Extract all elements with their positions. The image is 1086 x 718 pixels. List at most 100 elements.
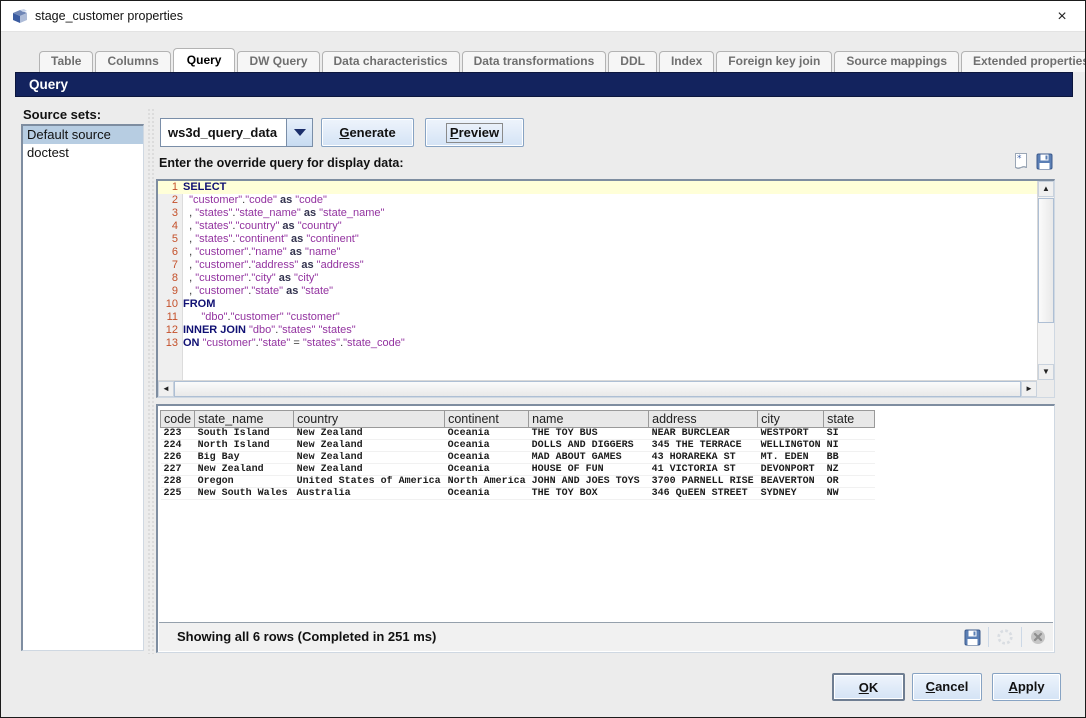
code-text: , "states"."continent" as "continent"	[183, 233, 359, 246]
table-cell: SI	[824, 428, 875, 440]
app-cube-icon	[11, 8, 29, 25]
table-cell: DOLLS AND DIGGERS	[529, 440, 649, 452]
code-line-5[interactable]: 5 , "states"."continent" as "continent"	[158, 233, 1037, 246]
code-text: SELECT	[183, 181, 226, 194]
tab-query[interactable]: Query	[173, 48, 236, 72]
scroll-right-icon[interactable]: ►	[1021, 381, 1037, 397]
preview-button[interactable]: Preview	[425, 118, 524, 147]
table-row[interactable]: 223South IslandNew ZealandOceaniaTHE TOY…	[161, 428, 875, 440]
chevron-down-icon[interactable]	[286, 119, 312, 146]
source-set-item-doctest[interactable]: doctest	[23, 144, 143, 162]
tab-dw-query[interactable]: DW Query	[237, 51, 319, 72]
divider	[988, 627, 989, 647]
code-line-10[interactable]: 10FROM	[158, 298, 1037, 311]
tab-index[interactable]: Index	[659, 51, 714, 72]
editor-horizontal-scrollbar[interactable]: ◄ ►	[158, 380, 1037, 397]
tab-columns[interactable]: Columns	[95, 51, 170, 72]
query-source-combo[interactable]: ws3d_query_data	[160, 118, 313, 147]
sql-editor[interactable]: 1SELECT2 "customer"."code" as "code"3 , …	[156, 179, 1055, 398]
table-cell: OR	[824, 476, 875, 488]
table-cell: Oceania	[445, 488, 529, 500]
table-row[interactable]: 225New South WalesAustraliaOceaniaTHE TO…	[161, 488, 875, 500]
focus-rect: Preview	[446, 123, 503, 143]
table-row[interactable]: 228OregonUnited States of AmericaNorth A…	[161, 476, 875, 488]
stop-x-icon[interactable]	[1029, 628, 1047, 646]
tab-foreign-key-join[interactable]: Foreign key join	[716, 51, 832, 72]
scroll-up-icon[interactable]: ▲	[1038, 181, 1054, 197]
line-number: 11	[158, 311, 183, 324]
code-text: , "states"."country" as "country"	[183, 220, 342, 233]
column-header-city[interactable]: city	[758, 411, 824, 428]
column-header-country[interactable]: country	[294, 411, 445, 428]
panel-splitter[interactable]	[147, 108, 154, 654]
line-number: 9	[158, 285, 183, 298]
table-cell: 223	[161, 428, 195, 440]
table-cell: NEAR BURCLEAR	[649, 428, 758, 440]
tab-source-mappings[interactable]: Source mappings	[834, 51, 959, 72]
ok-button[interactable]: OK	[832, 673, 905, 701]
column-header-state[interactable]: state	[824, 411, 875, 428]
scrollbar-corner	[1037, 380, 1054, 397]
table-cell: North America	[445, 476, 529, 488]
table-cell: 345 THE TERRACE	[649, 440, 758, 452]
cancel-button[interactable]: Cancel	[912, 673, 982, 701]
column-header-address[interactable]: address	[649, 411, 758, 428]
tab-data-transformations[interactable]: Data transformations	[462, 51, 607, 72]
tab-table[interactable]: Table	[39, 51, 93, 72]
code-line-13[interactable]: 13ON "customer"."state" = "states"."stat…	[158, 337, 1037, 350]
column-header-code[interactable]: code	[161, 411, 195, 428]
code-line-4[interactable]: 4 , "states"."country" as "country"	[158, 220, 1037, 233]
column-header-name[interactable]: name	[529, 411, 649, 428]
tab-extended-properties[interactable]: Extended properties	[961, 51, 1086, 72]
table-cell: 43 HORAREKA ST	[649, 452, 758, 464]
table-cell: BB	[824, 452, 875, 464]
scroll-down-icon[interactable]: ▼	[1038, 364, 1054, 380]
code-line-12[interactable]: 12INNER JOIN "dbo"."states" "states"	[158, 324, 1037, 337]
line-number: 2	[158, 194, 183, 207]
save-query-floppy-icon[interactable]	[1034, 151, 1054, 171]
table-row[interactable]: 226Big BayNew ZealandOceaniaMAD ABOUT GA…	[161, 452, 875, 464]
results-table[interactable]: codestate_namecountrycontinentnameaddres…	[160, 410, 875, 500]
vertical-scroll-thumb[interactable]	[1038, 198, 1054, 323]
table-row[interactable]: 227New ZealandNew ZealandOceaniaHOUSE OF…	[161, 464, 875, 476]
scroll-left-icon[interactable]: ◄	[158, 381, 174, 397]
tab-ddl[interactable]: DDL	[608, 51, 657, 72]
code-line-9[interactable]: 9 , "customer"."state" as "state"	[158, 285, 1037, 298]
table-cell: New Zealand	[294, 464, 445, 476]
horizontal-scroll-thumb[interactable]	[174, 381, 1021, 397]
table-cell: WESTPORT	[758, 428, 824, 440]
tab-data-characteristics[interactable]: Data characteristics	[322, 51, 460, 72]
line-number: 6	[158, 246, 183, 259]
source-sets-label: Source sets:	[23, 107, 101, 122]
table-cell: Big Bay	[195, 452, 294, 464]
code-line-2[interactable]: 2 "customer"."code" as "code"	[158, 194, 1037, 207]
table-row[interactable]: 224North IslandNew ZealandOceaniaDOLLS A…	[161, 440, 875, 452]
properties-dialog: stage_customer properties × TableColumns…	[0, 0, 1086, 718]
code-line-11[interactable]: 11 "dbo"."customer" "customer"	[158, 311, 1037, 324]
table-cell: 226	[161, 452, 195, 464]
table-cell: Australia	[294, 488, 445, 500]
table-cell: 225	[161, 488, 195, 500]
source-set-item-default-source[interactable]: Default source	[23, 126, 143, 144]
code-line-7[interactable]: 7 , "customer"."address" as "address"	[158, 259, 1037, 272]
column-header-continent[interactable]: continent	[445, 411, 529, 428]
line-number: 7	[158, 259, 183, 272]
code-line-8[interactable]: 8 , "customer"."city" as "city"	[158, 272, 1037, 285]
tab-bar: TableColumnsQueryDW QueryData characteri…	[39, 48, 1071, 72]
close-icon[interactable]: ×	[1052, 7, 1072, 27]
code-line-1[interactable]: 1SELECT	[158, 181, 1037, 194]
column-header-state-name[interactable]: state_name	[195, 411, 294, 428]
source-sets-list: Default sourcedoctest	[21, 124, 144, 651]
generate-button[interactable]: Generate	[321, 118, 414, 147]
editor-vertical-scrollbar[interactable]: ▲ ▼	[1037, 181, 1054, 380]
table-cell: 41 VICTORIA ST	[649, 464, 758, 476]
save-results-floppy-icon[interactable]	[963, 628, 981, 646]
refresh-circle-icon[interactable]	[996, 628, 1014, 646]
editor-lines[interactable]: 1SELECT2 "customer"."code" as "code"3 , …	[158, 181, 1037, 380]
apply-button[interactable]: Apply	[992, 673, 1061, 701]
code-line-6[interactable]: 6 , "customer"."name" as "name"	[158, 246, 1037, 259]
code-line-3[interactable]: 3 , "states"."state_name" as "state_name…	[158, 207, 1037, 220]
table-cell: BEAVERTON	[758, 476, 824, 488]
table-cell: New South Wales	[195, 488, 294, 500]
new-document-star-icon[interactable]: *	[1011, 151, 1031, 171]
